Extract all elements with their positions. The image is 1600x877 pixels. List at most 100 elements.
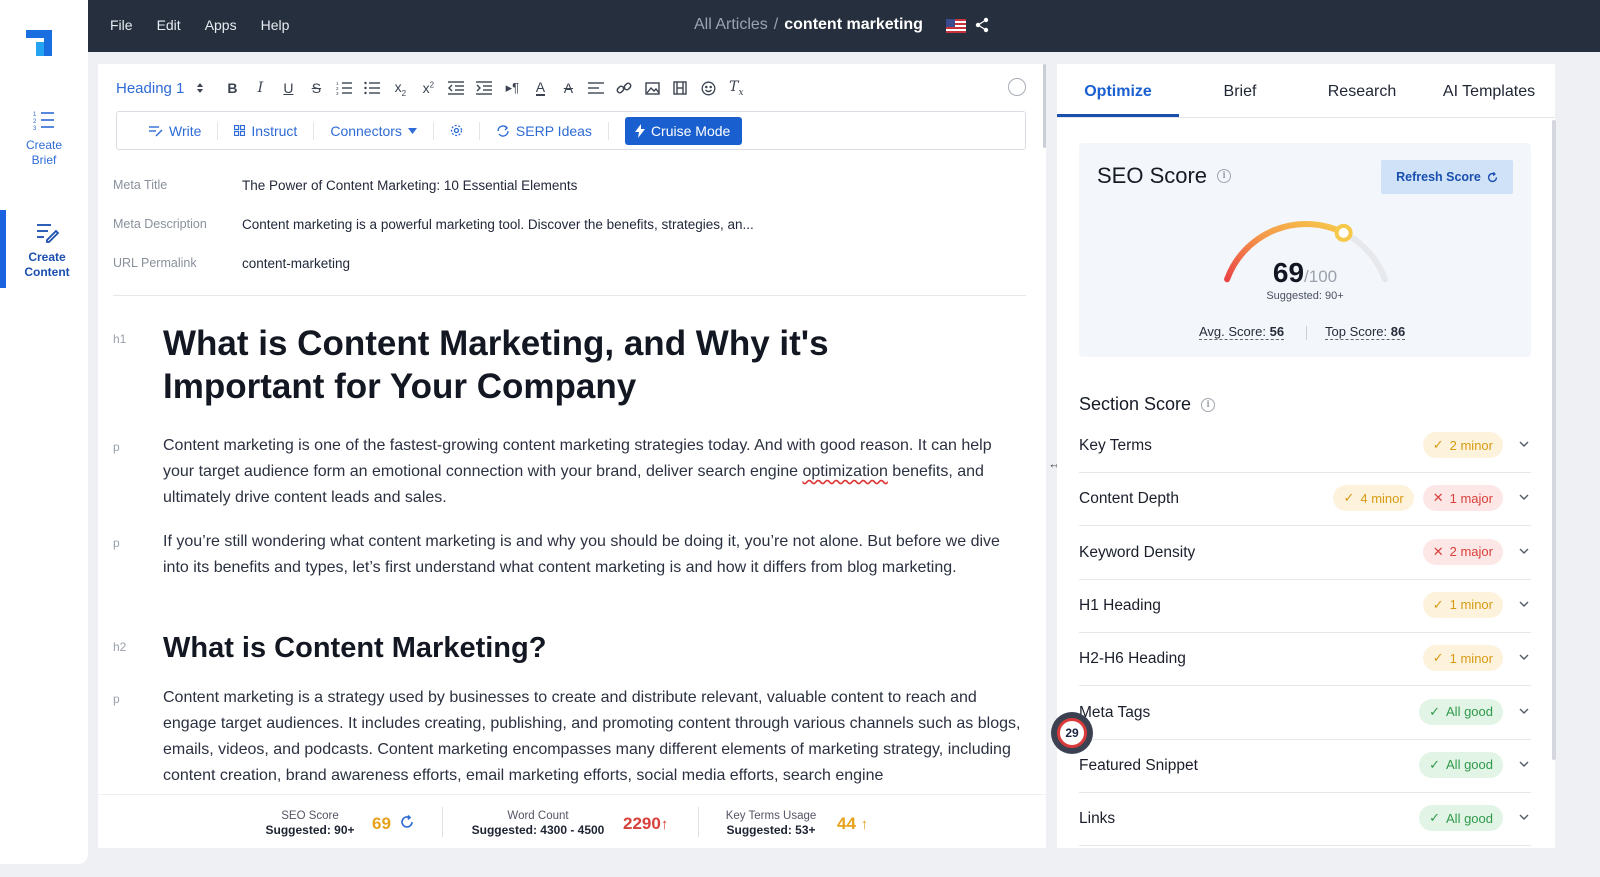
indent-icon[interactable] <box>470 78 498 98</box>
svg-text:1: 1 <box>33 112 37 118</box>
chevron-down-icon[interactable] <box>1519 706 1529 716</box>
highlight-icon[interactable]: A <box>554 78 582 98</box>
us-flag-icon[interactable] <box>946 19 966 33</box>
chevron-down-icon[interactable] <box>1519 759 1529 769</box>
rail-create-brief-label: Create Brief <box>25 138 63 167</box>
footer-wc-value: 2290↑ <box>623 814 668 834</box>
bold-icon[interactable]: B <box>218 78 246 98</box>
paragraph-1[interactable]: Content marketing is one of the fastest-… <box>163 433 1023 511</box>
article-h2[interactable]: What is Content Marketing? <box>163 632 546 665</box>
align-icon[interactable] <box>582 78 610 98</box>
avg-score-label: Avg. Score: <box>1199 324 1266 339</box>
section-row[interactable]: Key Terms ✓ 2 minor <box>1079 420 1531 473</box>
strikethrough-icon[interactable]: S <box>302 78 330 98</box>
section-row[interactable]: Content Depth ✓ 4 minor ✕ 1 major <box>1079 473 1531 527</box>
chevron-down-icon[interactable] <box>1519 492 1529 502</box>
x-icon: ✕ <box>1432 543 1444 559</box>
tab-ai-templates[interactable]: AI Templates <box>1423 64 1555 117</box>
link-icon[interactable] <box>610 78 638 98</box>
settings-button[interactable] <box>434 121 480 140</box>
tab-brief[interactable]: Brief <box>1179 64 1301 117</box>
tab-optimize[interactable]: Optimize <box>1057 64 1179 117</box>
section-row[interactable]: Meta Tags ✓ All good <box>1079 687 1531 740</box>
instruct-button[interactable]: Instruct <box>218 121 315 140</box>
editor-scrollbar[interactable] <box>1043 64 1046 148</box>
seo-score-value: 69/100 <box>1079 257 1531 289</box>
footer-divider <box>698 807 699 837</box>
avg-score-value: 56 <box>1269 324 1285 339</box>
chevron-down-icon[interactable] <box>1519 546 1529 556</box>
status-check-icon <box>1008 78 1026 96</box>
footer-seo-stat: SEO Score Suggested: 90+ <box>262 809 358 837</box>
menu-file[interactable]: File <box>110 17 133 33</box>
floating-score-badge[interactable]: 29 <box>1051 712 1093 754</box>
section-row[interactable]: Links ✓ All good <box>1079 793 1531 847</box>
tab-research[interactable]: Research <box>1301 64 1423 117</box>
section-score-heading: Section Score i <box>1079 394 1216 415</box>
article-h1[interactable]: What is Content Marketing, and Why it's … <box>163 322 923 408</box>
chevron-down-icon[interactable] <box>1519 812 1529 822</box>
info-icon[interactable]: i <box>1201 397 1216 412</box>
breadcrumb-all-articles[interactable]: All Articles <box>694 16 768 34</box>
badge-text: 2 major <box>1449 544 1493 560</box>
menu-edit[interactable]: Edit <box>157 17 181 33</box>
emoji-icon[interactable] <box>694 78 722 98</box>
footer-seo-label: SEO Score <box>281 810 339 822</box>
check-icon: ✓ <box>1432 650 1444 666</box>
panel-scrollbar[interactable] <box>1552 120 1556 760</box>
chevron-down-icon[interactable] <box>1519 599 1529 609</box>
section-row[interactable]: Keyword Density ✕ 2 major <box>1079 527 1531 580</box>
paragraph-3[interactable]: Content marketing is a strategy used by … <box>163 685 1023 789</box>
refresh-icon[interactable] <box>400 815 414 829</box>
italic-icon[interactable]: I <box>246 78 274 98</box>
text-color-icon[interactable]: A <box>526 78 554 98</box>
spelling-error[interactable]: optimization <box>802 463 887 480</box>
bullet-list-icon[interactable] <box>358 78 386 98</box>
clear-format-icon[interactable]: Tx <box>722 78 750 98</box>
section-row[interactable]: H2-H6 Heading ✓ 1 minor <box>1079 633 1531 687</box>
top-bar: File Edit Apps Help All Articles / conte… <box>88 0 1600 52</box>
formatting-toolbar: Heading 1 B I U S 123 x2 x2 ▸¶ A A Tx <box>116 78 750 98</box>
heading-select[interactable]: Heading 1 <box>116 80 204 97</box>
connectors-label: Connectors <box>330 122 402 139</box>
serp-ideas-button[interactable]: SERP Ideas <box>480 121 609 140</box>
paragraph-direction-icon[interactable]: ▸¶ <box>498 78 526 98</box>
ordered-list-icon[interactable]: 123 <box>330 78 358 98</box>
underline-icon[interactable]: U <box>274 78 302 98</box>
meta-description-input[interactable]: Content marketing is a powerful marketin… <box>242 217 754 232</box>
app-logo[interactable] <box>26 26 56 56</box>
url-permalink-input[interactable]: content-marketing <box>242 256 350 271</box>
connectors-dropdown[interactable]: Connectors <box>314 121 434 140</box>
write-button[interactable]: Write <box>133 121 219 140</box>
avg-score[interactable]: Avg. Score: 56 <box>1199 324 1285 340</box>
section-row-pills: ✓ All good <box>1419 751 1503 778</box>
chevron-down-icon[interactable] <box>1519 652 1529 662</box>
paragraph-2[interactable]: If you’re still wondering what content m… <box>163 529 1023 581</box>
rail-create-brief[interactable]: 1 2 3 Create Brief <box>0 108 88 168</box>
share-icon[interactable] <box>974 17 990 33</box>
menu-help[interactable]: Help <box>261 17 290 33</box>
section-row[interactable]: H1 Heading ✓ 1 minor <box>1079 580 1531 633</box>
section-row-label: H2-H6 Heading <box>1079 650 1186 668</box>
info-icon[interactable]: i <box>1217 169 1232 183</box>
menu-apps[interactable]: Apps <box>205 17 237 33</box>
floating-score-value: 29 <box>1057 718 1087 748</box>
image-icon[interactable] <box>638 78 666 98</box>
section-row-label: Meta Tags <box>1079 703 1151 721</box>
heading-select-value: Heading 1 <box>116 79 185 97</box>
rail-create-content[interactable]: Create Content <box>0 210 88 288</box>
outdent-icon[interactable] <box>442 78 470 98</box>
check-icon: ✓ <box>1432 596 1444 612</box>
check-icon: ✓ <box>1432 437 1444 452</box>
footer-kt-suggest: Suggested: 53+ <box>726 823 816 837</box>
section-row-label: Keyword Density <box>1079 543 1196 561</box>
chevron-down-icon[interactable] <box>1519 439 1529 449</box>
superscript-icon[interactable]: x2 <box>414 78 442 98</box>
subscript-icon[interactable]: x2 <box>386 78 414 98</box>
meta-title-input[interactable]: The Power of Content Marketing: 10 Essen… <box>242 178 577 193</box>
video-icon[interactable] <box>666 78 694 98</box>
top-score[interactable]: Top Score: 86 <box>1325 324 1406 340</box>
refresh-score-button[interactable]: Refresh Score <box>1381 160 1513 194</box>
section-row[interactable]: Featured Snippet ✓ All good <box>1079 740 1531 793</box>
cruise-mode-button[interactable]: Cruise Mode <box>624 116 743 145</box>
